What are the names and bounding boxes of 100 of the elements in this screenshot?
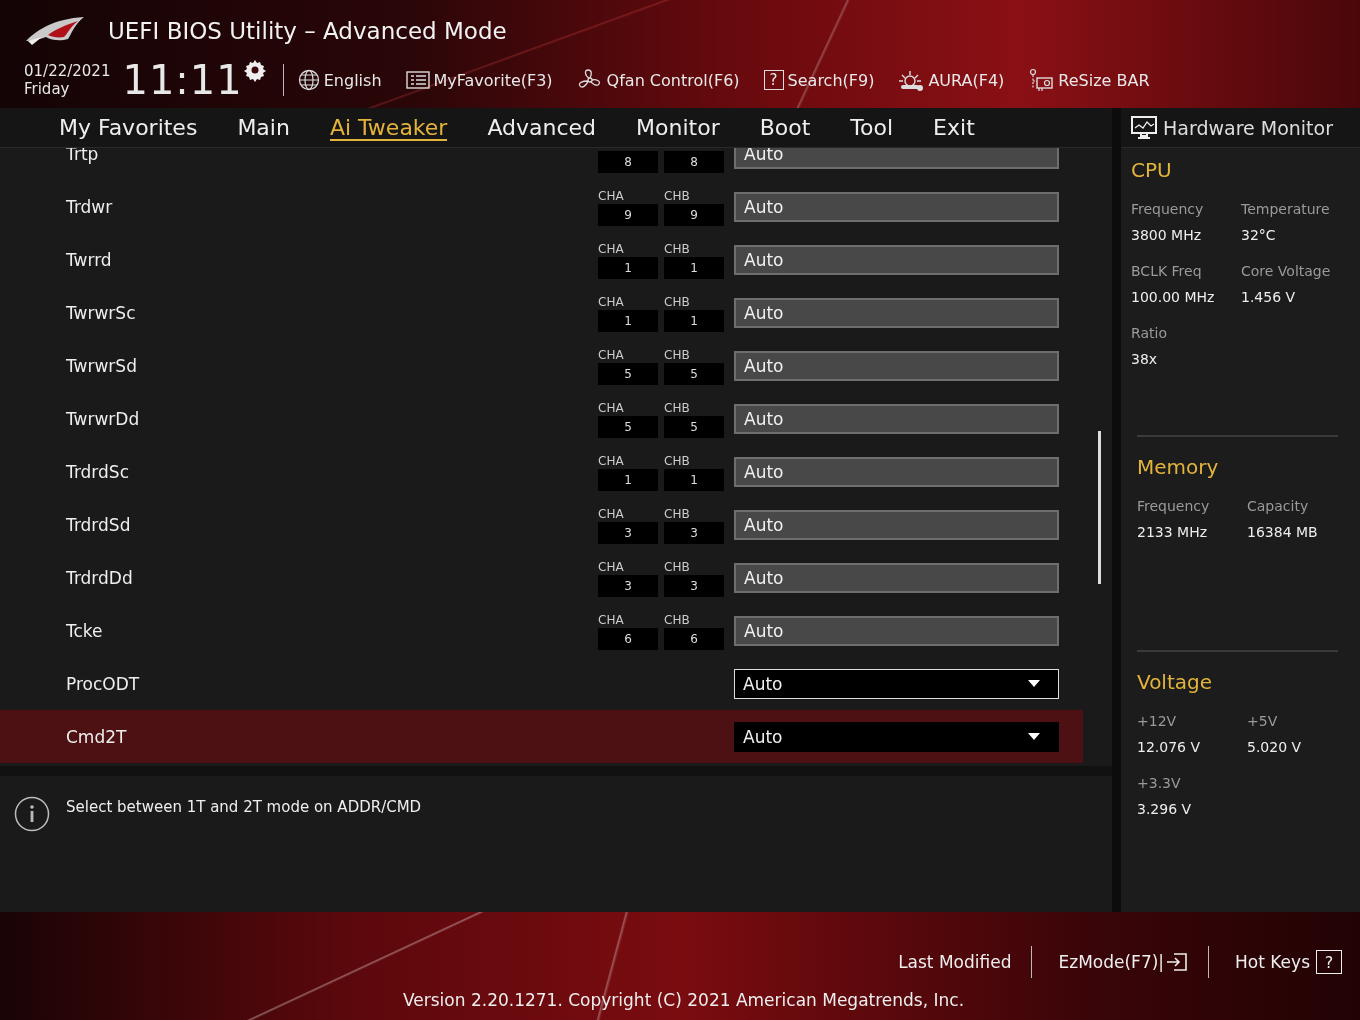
toolbar-button[interactable]: Qfan Control(F6) [576, 68, 740, 92]
globe-icon [297, 69, 320, 91]
channel-label: CHA [598, 293, 625, 310]
input-field[interactable]: Auto [734, 509, 1059, 540]
channel-value: 1 [598, 309, 658, 332]
reading-value: 5.020 V [1247, 738, 1303, 756]
input-field[interactable]: Auto [734, 456, 1059, 487]
setting-label: TwrwrSd [66, 355, 138, 376]
toolbar-button[interactable]: MyFavorite(F3) [405, 70, 553, 90]
toolbar-button[interactable]: English [297, 69, 382, 91]
date-text: 01/22/2021 [24, 62, 111, 80]
scrollbar[interactable] [1098, 431, 1101, 584]
dropdown-value: Auto [743, 726, 783, 747]
channel-label: CHA [598, 505, 625, 522]
setting-label: Cmd2T [66, 726, 128, 747]
section-title: Voltage [1137, 670, 1214, 694]
channel-value: 5 [598, 415, 658, 438]
reading-label: +5V [1247, 712, 1279, 730]
channel-label: CHB [664, 611, 691, 628]
channel-label: CHA [598, 558, 625, 575]
channel-value: 9 [664, 203, 724, 226]
hot-keys-button[interactable]: Hot Keys ? [1235, 950, 1342, 974]
setting-label: TwrwrDd [66, 408, 141, 429]
channel-label: CHA [598, 452, 625, 469]
toolbar-button[interactable]: ReSize BAR [1028, 68, 1150, 92]
setting-label: TrdrdSd [66, 514, 132, 535]
version-text: Version 2.20.1271. Copyright (C) 2021 American Megatrends, Inc. [403, 990, 965, 1010]
day-text: Friday [24, 80, 71, 98]
ezmode-button[interactable]: EzMode(F7)| [1058, 951, 1189, 973]
toolbar-button[interactable]: AURA(F4) [898, 69, 1005, 91]
channel-value: 5 [598, 362, 658, 385]
reading-label: Frequency [1137, 497, 1211, 515]
input-field[interactable]: Auto [734, 191, 1059, 222]
channel-label: CHB [664, 187, 691, 204]
channel-label: CHA [598, 346, 625, 363]
reading-label: Temperature [1241, 200, 1331, 218]
card-icon [1028, 68, 1055, 92]
help-icon: ? [1316, 950, 1342, 974]
channel-value: 6 [598, 627, 658, 650]
channel-value: 5 [664, 415, 724, 438]
tab[interactable]: My Favorites [59, 108, 198, 147]
dropdown[interactable]: Auto [734, 668, 1059, 699]
panel-title: Hardware Monitor [1163, 116, 1333, 139]
tab[interactable]: Tool [850, 108, 894, 147]
reading-label: Core Voltage [1241, 262, 1332, 280]
input-field[interactable]: Auto [734, 148, 1059, 169]
search-icon: ? [763, 70, 784, 90]
setting-label: ProcODT [66, 673, 141, 694]
reading-value: 38x [1131, 350, 1159, 368]
reading-label: +12V [1137, 712, 1178, 730]
channel-value: 3 [598, 574, 658, 597]
reading-label: Ratio [1131, 324, 1168, 342]
dropdown-value: Auto [743, 673, 783, 694]
info-icon [14, 796, 50, 832]
clock-text: 11:11 [122, 58, 243, 102]
section-title: CPU [1131, 158, 1173, 182]
reading-label: Capacity [1247, 497, 1310, 515]
channel-value: 8 [664, 150, 724, 173]
help-text: Select between 1T and 2T mode on ADDR/CMD [66, 798, 422, 816]
tab[interactable]: Advanced [487, 108, 597, 147]
tab[interactable]: Monitor [636, 108, 720, 147]
reading-label: Frequency [1131, 200, 1205, 218]
reading-value: 16384 MB [1247, 523, 1319, 541]
reading-value: 3.296 V [1137, 800, 1193, 818]
channel-value: 5 [664, 362, 724, 385]
channel-value: 1 [598, 256, 658, 279]
channel-value: 1 [598, 468, 658, 491]
tab[interactable]: Main [237, 108, 290, 147]
input-field[interactable]: Auto [734, 403, 1059, 434]
settings-icon[interactable] [242, 58, 267, 82]
tab[interactable]: Exit [933, 108, 975, 147]
channel-label: CHB [664, 399, 691, 416]
tab[interactable]: Ai Tweaker [329, 108, 448, 147]
channel-value: 3 [664, 521, 724, 544]
channel-label: CHB [664, 240, 691, 257]
reading-value: 100.00 MHz [1131, 288, 1216, 306]
reading-value: 3800 MHz [1131, 226, 1203, 244]
channel-value: 3 [664, 574, 724, 597]
setting-label: TrdrdDd [66, 567, 134, 588]
selected-row[interactable]: Cmd2T Auto [0, 710, 1083, 763]
input-field[interactable]: Auto [734, 297, 1059, 328]
input-field[interactable]: Auto [734, 350, 1059, 381]
dropdown[interactable]: Auto [734, 721, 1059, 752]
reading-label: BCLK Freq [1131, 262, 1203, 280]
tab[interactable]: Boot [759, 108, 811, 147]
last-modified-button[interactable]: Last Modified [898, 952, 1012, 972]
caret-icon [1028, 680, 1040, 687]
channel-label: CHB [664, 505, 691, 522]
input-field[interactable]: Auto [734, 615, 1059, 646]
setting-label: Twrrd [66, 249, 113, 270]
reading-value: 32°C [1241, 226, 1277, 244]
section-title: Memory [1137, 455, 1220, 479]
list-icon [405, 70, 430, 90]
setting-label: Trdwr [66, 196, 114, 217]
channel-value: 9 [598, 203, 658, 226]
toolbar-button[interactable]: ? Search(F9) [763, 70, 875, 90]
input-field[interactable]: Auto [734, 244, 1059, 275]
input-field[interactable]: Auto [734, 562, 1059, 593]
channel-value: 6 [664, 627, 724, 650]
channel-label: CHB [664, 452, 691, 469]
